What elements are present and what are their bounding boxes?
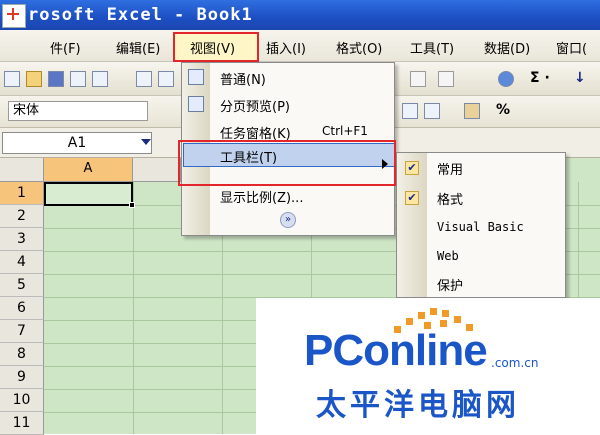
view-menu-zoom[interactable]: 显示比例(Z)... <box>220 187 303 206</box>
check-icon: ✔ <box>405 161 419 175</box>
save-icon[interactable] <box>48 71 64 87</box>
pconline-watermark: PConline .com.cn 太平洋电脑网 <box>256 298 600 434</box>
fill-handle[interactable] <box>129 202 135 208</box>
print-icon[interactable] <box>92 71 108 87</box>
row-header-5[interactable]: 5 <box>0 274 44 297</box>
menu-window[interactable]: 窗口( <box>556 38 587 57</box>
align-right-icon[interactable] <box>424 103 440 119</box>
print-preview-icon[interactable] <box>136 71 152 87</box>
row-header-10[interactable]: 10 <box>0 389 44 412</box>
check-icon: ✔ <box>405 191 419 205</box>
view-menu-normal[interactable]: 普通(N) <box>220 69 266 88</box>
percent-style-button[interactable]: % <box>496 102 510 118</box>
align-center-icon[interactable] <box>402 103 418 119</box>
open-folder-icon[interactable] <box>26 71 42 87</box>
excel-app-icon[interactable] <box>2 4 26 28</box>
watermark-domain: .com.cn <box>491 356 539 370</box>
toolbar-option-standard[interactable]: 常用 <box>437 159 463 178</box>
toolbars-submenu: ✔ 常用 ✔ 格式 Visual Basic Web 保护 <box>396 152 566 298</box>
row-header-8[interactable]: 8 <box>0 343 44 366</box>
normal-view-icon <box>188 69 204 85</box>
expand-menu-chevron-icon[interactable]: » <box>280 212 296 228</box>
menu-format[interactable]: 格式(O) <box>336 38 382 57</box>
menu-view-label-active[interactable]: 视图(V) <box>190 38 235 57</box>
name-box-dropdown-icon[interactable] <box>141 139 151 145</box>
autosum-button[interactable]: Σ · <box>530 70 550 86</box>
spelling-icon[interactable] <box>158 71 174 87</box>
watermark-chinese-name: 太平洋电脑网 <box>316 388 520 423</box>
select-all-corner[interactable] <box>0 158 44 182</box>
toolbar-option-protection[interactable]: 保护 <box>437 275 463 294</box>
column-header-a[interactable]: A <box>44 158 133 182</box>
grid-line <box>133 182 134 434</box>
name-box[interactable]: A1 <box>2 132 152 154</box>
page-break-preview-icon <box>188 96 204 112</box>
new-document-icon[interactable] <box>4 71 20 87</box>
column-header-b[interactable] <box>133 158 181 182</box>
sort-ascending-button[interactable]: ↓ <box>574 70 586 86</box>
task-pane-shortcut: Ctrl+F1 <box>322 124 368 138</box>
menu-file[interactable]: 件(F) <box>50 38 81 57</box>
toolbar-option-formatting[interactable]: 格式 <box>437 189 463 208</box>
row-header-6[interactable]: 6 <box>0 297 44 320</box>
window-title: rosoft Excel - Book1 <box>28 5 253 25</box>
view-menu-page-break-preview[interactable]: 分页预览(P) <box>220 96 290 115</box>
menu-data[interactable]: 数据(D) <box>484 38 530 57</box>
row-header-4[interactable]: 4 <box>0 251 44 274</box>
undo-icon[interactable] <box>410 71 426 87</box>
toolbar-option-visual-basic[interactable]: Visual Basic <box>437 220 524 234</box>
row-header-11[interactable]: 11 <box>0 412 44 435</box>
menu-bar: 件(F) 编辑(E) 视图(V) 插入(I) 格式(O) 工具(T) 数据(D)… <box>0 30 600 62</box>
row-header-3[interactable]: 3 <box>0 228 44 251</box>
permission-icon[interactable] <box>70 71 86 87</box>
menu-tools[interactable]: 工具(T) <box>410 38 454 57</box>
row-header-7[interactable]: 7 <box>0 320 44 343</box>
title-bar: rosoft Excel - Book1 <box>0 0 600 30</box>
toolbar-option-web[interactable]: Web <box>437 249 459 263</box>
hyperlink-icon[interactable] <box>498 71 514 87</box>
menu-insert[interactable]: 插入(I) <box>266 38 306 57</box>
row-header-9[interactable]: 9 <box>0 366 44 389</box>
redo-icon[interactable] <box>438 71 454 87</box>
font-name-combo[interactable]: 宋体 <box>8 101 148 121</box>
currency-icon[interactable] <box>464 103 480 119</box>
toolbars-highlight-box <box>178 140 396 186</box>
watermark-brand: PConline <box>304 326 488 375</box>
row-header-1[interactable]: 1 <box>0 182 44 205</box>
row-header-2[interactable]: 2 <box>0 205 44 228</box>
menu-edit[interactable]: 编辑(E) <box>116 38 160 57</box>
active-cell-a1[interactable] <box>44 182 133 206</box>
submenu-arrow-icon <box>382 159 388 169</box>
